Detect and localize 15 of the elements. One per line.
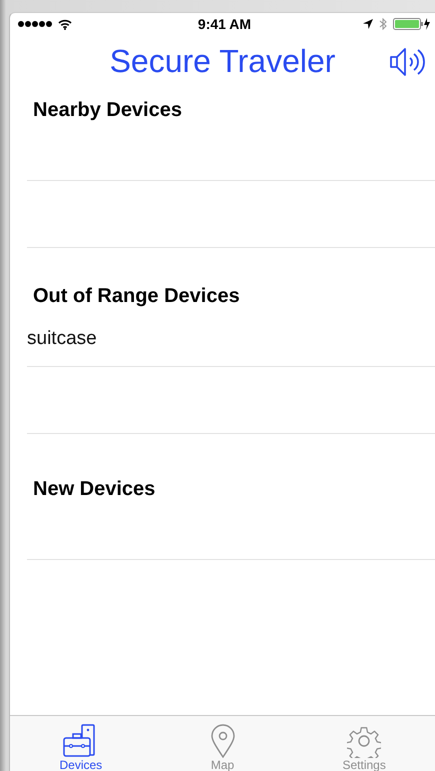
speaker-icon[interactable]	[389, 46, 425, 78]
section-header: Out of Range Devices	[33, 285, 240, 307]
tab-item[interactable]: Devices	[10, 716, 152, 771]
signal-icon	[18, 20, 54, 28]
app-title: Secure Traveler	[110, 42, 336, 80]
location-arrow-icon	[362, 19, 373, 29]
status-time: 9:41 AM	[198, 16, 252, 32]
wifi-icon	[58, 18, 72, 30]
section-header: Nearby Devices	[33, 99, 182, 121]
battery-icon	[392, 18, 431, 30]
section-header: New Devices	[33, 478, 156, 500]
device-name[interactable]: suitcase	[27, 328, 97, 350]
bluetooth-icon	[378, 18, 387, 30]
map-pin-icon	[210, 724, 236, 758]
settings-icon	[347, 724, 382, 758]
